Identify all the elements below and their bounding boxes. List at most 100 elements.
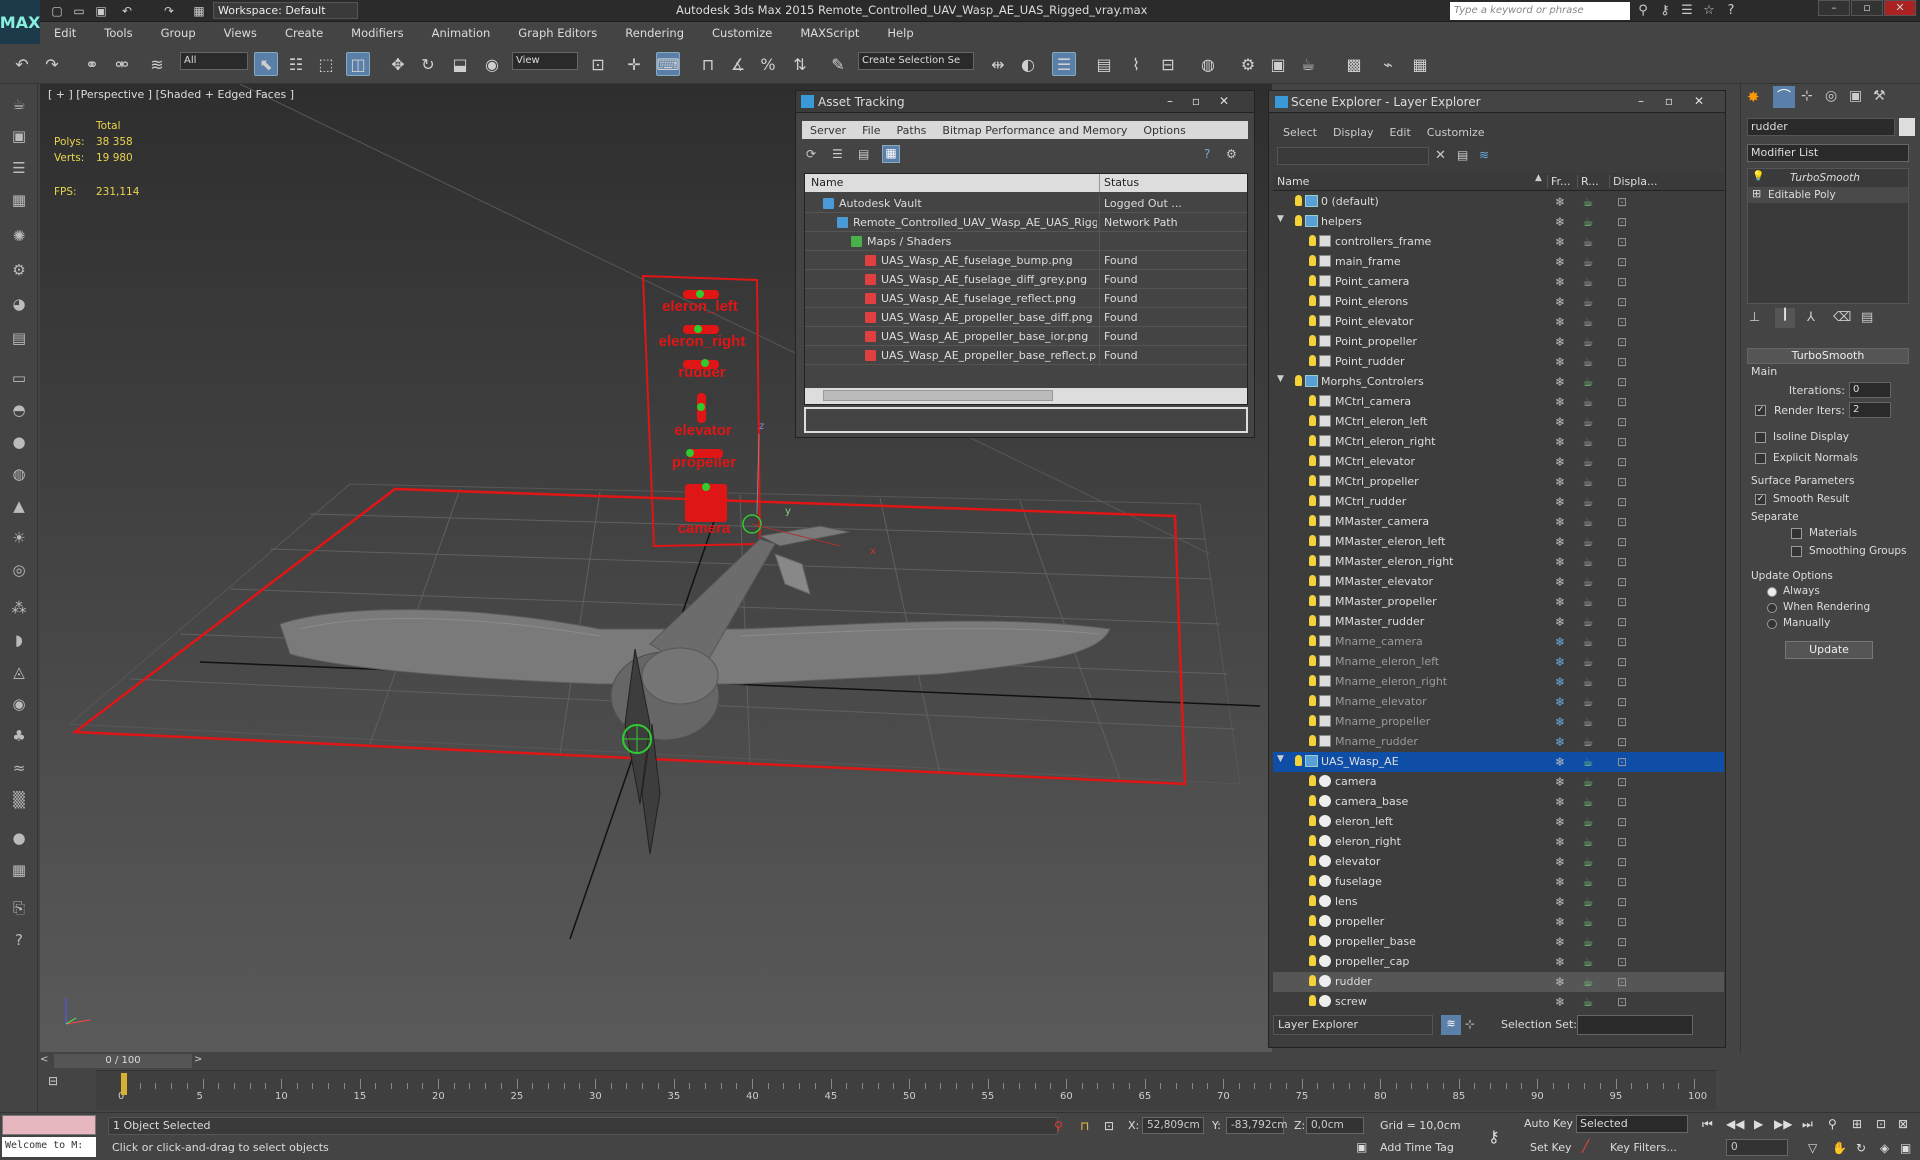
layer-explorer-icon[interactable]: ☰ (1052, 52, 1076, 76)
freeze-icon[interactable]: ❄ (1553, 335, 1567, 349)
zoom-all-icon[interactable]: ⊞ (1852, 1117, 1862, 1131)
isolate-icon[interactable]: ⚲ (1054, 1119, 1063, 1133)
light-bulb-icon[interactable] (1309, 675, 1316, 686)
freeze-icon[interactable]: ❄ (1553, 715, 1567, 729)
display-tab-icon[interactable]: ▣ (1849, 88, 1862, 104)
help-icon[interactable]: ? (7, 928, 31, 952)
light-bulb-icon[interactable] (1309, 815, 1316, 826)
settings-icon[interactable]: ⚙ (1226, 147, 1237, 161)
layer-stack-icon[interactable]: ≋ (1479, 148, 1489, 162)
mini-curve-editor-icon[interactable]: ⊟ (48, 1074, 58, 1088)
object-row[interactable]: Point_rudder ❄ ☕ ⊡ (1273, 352, 1724, 372)
hierarchy-tab-icon[interactable]: ⊹ (1801, 88, 1813, 104)
pan-icon[interactable]: ✋ (1832, 1141, 1847, 1155)
geosphere-icon[interactable]: ◍ (7, 462, 31, 486)
renderable-icon[interactable]: ☕ (1581, 935, 1595, 949)
box-icon[interactable]: ▭ (7, 366, 31, 390)
stack-editable-poly[interactable]: Editable Poly (1768, 189, 1836, 201)
cone-icon[interactable]: ▲ (7, 494, 31, 518)
renderable-icon[interactable]: ☕ (1581, 395, 1595, 409)
renderable-icon[interactable]: ☕ (1581, 495, 1595, 509)
renderable-icon[interactable]: ☕ (1581, 295, 1595, 309)
mirror-icon[interactable]: ⇹ (986, 52, 1010, 76)
asset-row[interactable]: Autodesk Vault Logged Out ... (805, 194, 1247, 213)
turbosmooth-rollout-header[interactable]: TurboSmooth (1747, 348, 1909, 364)
reference-coordinate-dropdown[interactable]: View (512, 52, 578, 70)
display-icon[interactable]: ⊡ (1615, 615, 1629, 629)
renderable-icon[interactable]: ☕ (1581, 975, 1595, 989)
place-icon[interactable]: ◉ (480, 52, 504, 76)
object-row[interactable]: Mname_propeller ❄ ☕ ⊡ (1273, 712, 1724, 732)
undo-icon[interactable]: ↶ (118, 2, 136, 20)
object-row[interactable]: MMaster_camera ❄ ☕ ⊡ (1273, 512, 1724, 532)
light-bulb-icon[interactable] (1309, 275, 1316, 286)
sphere-icon[interactable]: ● (7, 430, 31, 454)
keyboard-shortcut-override-icon[interactable]: ⌨ (656, 52, 680, 76)
freeze-icon[interactable]: ❄ (1553, 455, 1567, 469)
pin-stack-icon[interactable]: ⊥ (1749, 310, 1760, 325)
freeze-icon[interactable]: ❄ (1553, 655, 1567, 669)
zoom-extents-icon[interactable]: ⊡ (1876, 1117, 1886, 1131)
maxscript-listener-top[interactable] (2, 1115, 96, 1135)
freeze-icon[interactable]: ❄ (1553, 795, 1567, 809)
pivot-center-icon[interactable]: ⊡ (586, 52, 610, 76)
renderable-icon[interactable]: ☕ (1581, 775, 1595, 789)
display-icon[interactable]: ⊡ (1615, 475, 1629, 489)
script-icon[interactable]: ⎘ (7, 896, 31, 920)
new-icon[interactable]: ▢ (48, 2, 66, 20)
renderable-icon[interactable]: ☕ (1581, 875, 1595, 889)
light-bulb-icon[interactable] (1309, 355, 1316, 366)
object-row[interactable]: Mname_elevator ❄ ☕ ⊡ (1273, 692, 1724, 712)
object-row[interactable]: Mname_rudder ❄ ☕ ⊡ (1273, 732, 1724, 752)
freeze-icon[interactable]: ❄ (1553, 635, 1567, 649)
move-icon[interactable]: ✥ (386, 52, 410, 76)
freeze-icon[interactable]: ❄ (1553, 615, 1567, 629)
material-editor-icon[interactable]: ◍ (1196, 52, 1220, 76)
asset-row[interactable]: UAS_Wasp_AE_propeller_base_reflect.png Fo… (805, 346, 1247, 365)
light-bulb-icon[interactable] (1309, 435, 1316, 446)
display-icon[interactable]: ⊡ (1615, 735, 1629, 749)
light-bulb-icon[interactable] (1309, 775, 1316, 786)
display-icon[interactable]: ⊡ (1615, 295, 1629, 309)
renderable-icon[interactable]: ☕ (1581, 535, 1595, 549)
freeze-icon[interactable]: ❄ (1553, 555, 1567, 569)
texture-icon[interactable]: ▒ (7, 788, 31, 812)
freeze-icon[interactable]: ❄ (1553, 975, 1567, 989)
expand-arrow-icon[interactable]: ▼ (1277, 214, 1284, 224)
undo-icon[interactable]: ↶ (10, 52, 34, 76)
hierarchy-icon[interactable]: ⊹ (1465, 1017, 1475, 1031)
light-bulb-icon[interactable] (1309, 855, 1316, 866)
menu-create[interactable]: Create (271, 26, 337, 40)
menu-graph-editors[interactable]: Graph Editors (504, 26, 611, 40)
display-icon[interactable]: ⊡ (1615, 655, 1629, 669)
renderable-icon[interactable]: ☕ (1581, 955, 1595, 969)
menu-modifiers[interactable]: Modifiers (337, 26, 418, 40)
display-icon[interactable]: ⊡ (1615, 375, 1629, 389)
align-icon[interactable]: ◐ (1016, 52, 1040, 76)
timeline-next-icon[interactable]: > (194, 1054, 206, 1068)
stack-editable-poly-row[interactable]: ⊞ Editable Poly (1748, 187, 1908, 203)
freeze-icon[interactable]: ❄ (1553, 575, 1567, 589)
freeze-icon[interactable]: ❄ (1553, 815, 1567, 829)
light-bulb-icon[interactable] (1295, 195, 1302, 206)
renderable-icon[interactable]: ☕ (1581, 435, 1595, 449)
materials-checkbox[interactable] (1791, 528, 1802, 539)
renderable-icon[interactable]: ☕ (1581, 835, 1595, 849)
display-icon[interactable]: ⊡ (1615, 875, 1629, 889)
object-row[interactable]: propeller_base ❄ ☕ ⊡ (1273, 932, 1724, 952)
hair-icon[interactable]: ≈ (7, 756, 31, 780)
motion-tab-icon[interactable]: ◎ (1825, 88, 1837, 104)
time-slider[interactable]: 0 / 100 (54, 1054, 192, 1068)
freeze-icon[interactable]: ❄ (1553, 995, 1567, 1009)
select-by-name-icon[interactable]: ☷ (284, 52, 308, 76)
object-row[interactable]: eleron_left ❄ ☕ ⊡ (1273, 812, 1724, 832)
display-icon[interactable]: ⊡ (1615, 935, 1629, 949)
modifier-list-dropdown[interactable]: Modifier List (1747, 144, 1909, 162)
display-icon[interactable]: ⊡ (1615, 695, 1629, 709)
maximize-viewport-icon[interactable]: ⊠ (1898, 1117, 1908, 1131)
zoom-icon[interactable]: ⚲ (1828, 1117, 1837, 1131)
renderable-icon[interactable]: ☕ (1581, 735, 1595, 749)
table-icon[interactable]: ▦ (7, 858, 31, 882)
object-color-swatch[interactable] (1899, 118, 1915, 136)
close-button[interactable]: ✕ (1884, 0, 1916, 16)
